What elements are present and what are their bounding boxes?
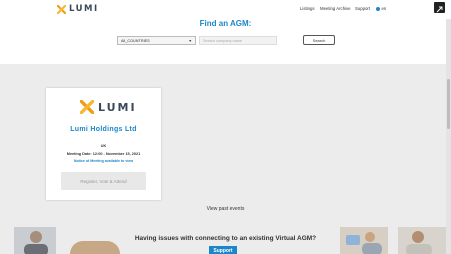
globe-icon <box>376 6 380 11</box>
country-select[interactable]: All_COUNTRIES ▼ <box>117 36 196 45</box>
meeting-country: UK <box>100 144 107 148</box>
meeting-date: Meeting Date: 12:00 - November 15, 2021 <box>66 152 141 156</box>
search-button[interactable]: Search <box>303 35 335 45</box>
country-select-value: All_COUNTRIES <box>121 38 150 43</box>
support-button[interactable]: Support <box>209 246 237 254</box>
lumi-x-icon <box>80 100 94 114</box>
scrollbar-thumb[interactable] <box>447 79 450 129</box>
page-scrollbar[interactable] <box>446 19 451 254</box>
support-question: Having issues with connecting to an exis… <box>134 235 317 242</box>
nav-meeting-archive[interactable]: Meeting Archive <box>320 6 351 11</box>
language-label: en <box>381 6 387 11</box>
company-name: Lumi Holdings Ltd <box>70 126 137 133</box>
company-logo: LUMI <box>80 100 137 114</box>
nav-listings[interactable]: Listings <box>300 6 315 11</box>
top-navigation-bar: LUMI Listings Meeting Archive Support en <box>0 0 451 19</box>
expand-arrow-icon <box>436 6 443 13</box>
brand-name: LUMI <box>69 4 99 14</box>
language-selector[interactable]: en <box>376 6 386 11</box>
lumi-x-icon <box>57 4 66 14</box>
company-search-input[interactable] <box>199 36 277 45</box>
chevron-down-icon: ▼ <box>188 38 192 43</box>
card-brand-name: LUMI <box>98 100 137 114</box>
search-title: Find an AGM: <box>199 19 252 28</box>
lumi-logo[interactable]: LUMI <box>57 4 99 14</box>
register-vote-attend-button[interactable]: Register, Vote & Attend <box>61 172 146 190</box>
search-section: Find an AGM: All_COUNTRIES ▼ Search <box>0 19 451 64</box>
nav-support[interactable]: Support <box>355 6 370 11</box>
person-photo <box>70 241 120 254</box>
notice-of-meeting-link[interactable]: Notice of Meeting available to view <box>46 159 161 163</box>
meeting-card: LUMI Lumi Holdings Ltd UK Meeting Date: … <box>46 88 161 200</box>
view-past-events-link[interactable]: View past events <box>0 206 451 212</box>
external-link-button[interactable] <box>434 2 445 13</box>
